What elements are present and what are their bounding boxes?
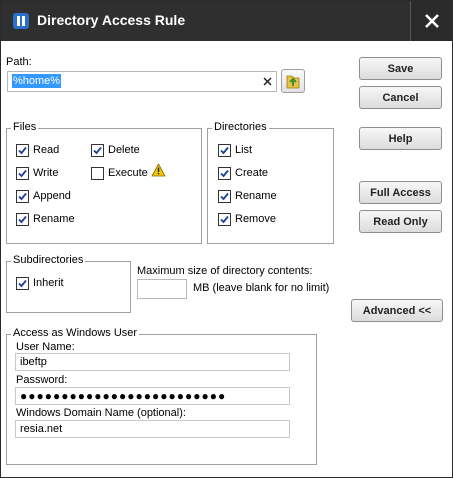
check-icon: [220, 215, 229, 224]
max-size-unit-note: MB (leave blank for no limit): [193, 282, 330, 294]
title-bar[interactable]: Directory Access Rule: [1, 1, 453, 41]
password-label: Password:: [16, 374, 68, 386]
close-icon: [425, 14, 439, 28]
domain-input[interactable]: resia.net: [15, 420, 290, 438]
files-group-title: Files: [11, 121, 39, 133]
path-label: Path:: [6, 56, 32, 68]
read-only-button[interactable]: Read Only: [359, 210, 442, 233]
check-icon: [18, 215, 27, 224]
windows-user-group-title: Access as Windows User: [11, 327, 140, 339]
files-group: Files Read Write Append Rename Delete Ex…: [6, 121, 202, 244]
app-logo-icon: [13, 13, 29, 29]
dir-rename-label: Rename: [235, 190, 277, 202]
execute-checkbox[interactable]: [91, 167, 104, 180]
append-label: Append: [33, 190, 71, 202]
directories-group-title: Directories: [212, 121, 269, 133]
password-value: ●●●●●●●●●●●●●●●●●●●●●●●●●: [20, 389, 227, 403]
help-button[interactable]: Help: [359, 127, 442, 150]
username-value: ibeftp: [20, 356, 47, 368]
domain-value: resia.net: [20, 423, 63, 435]
write-label: Write: [33, 167, 59, 179]
read-checkbox[interactable]: [16, 144, 29, 157]
subdirectories-group-title: Subdirectories: [11, 254, 86, 266]
password-input[interactable]: ●●●●●●●●●●●●●●●●●●●●●●●●●: [15, 387, 290, 405]
delete-label: Delete: [108, 144, 140, 156]
remove-checkbox[interactable]: [218, 213, 231, 226]
check-icon: [220, 146, 229, 155]
path-input[interactable]: %home%: [7, 71, 277, 92]
directories-group: Directories List Create Rename Remove: [207, 121, 334, 244]
full-access-button[interactable]: Full Access: [359, 181, 442, 204]
read-label: Read: [33, 144, 60, 156]
directory-access-rule-dialog: Directory Access Rule Path: %home% Save …: [0, 0, 453, 478]
execute-label: Execute: [108, 167, 148, 179]
check-icon: [220, 169, 229, 178]
file-rename-label: Rename: [33, 213, 75, 225]
domain-label: Windows Domain Name (optional):: [16, 407, 186, 419]
clear-path-button[interactable]: [263, 73, 272, 89]
max-size-label: Maximum size of directory contents:: [137, 265, 313, 277]
create-checkbox[interactable]: [218, 167, 231, 180]
file-rename-checkbox[interactable]: [16, 213, 29, 226]
delete-checkbox[interactable]: [91, 144, 104, 157]
append-checkbox[interactable]: [16, 190, 29, 203]
write-checkbox[interactable]: [16, 167, 29, 180]
max-size-input[interactable]: [137, 279, 187, 299]
check-icon: [18, 146, 27, 155]
list-label: List: [235, 144, 253, 156]
check-icon: [18, 192, 27, 201]
close-button[interactable]: [410, 1, 453, 41]
cancel-button[interactable]: Cancel: [359, 86, 442, 109]
browse-folder-button[interactable]: [281, 69, 305, 93]
save-button[interactable]: Save: [359, 57, 442, 80]
subdirectories-group: Subdirectories Inherit: [6, 254, 131, 313]
check-icon: [18, 279, 27, 288]
path-value: %home%: [12, 74, 62, 88]
inherit-label: Inherit: [33, 277, 64, 289]
folder-browse-icon: [286, 75, 300, 89]
clear-icon: [263, 77, 272, 86]
username-label: User Name:: [16, 341, 75, 353]
list-checkbox[interactable]: [218, 144, 231, 157]
advanced-button[interactable]: Advanced <<: [351, 299, 443, 322]
window-title: Directory Access Rule: [37, 12, 186, 28]
check-icon: [18, 169, 27, 178]
check-icon: [220, 192, 229, 201]
warning-icon: [151, 163, 166, 180]
remove-label: Remove: [235, 213, 276, 225]
create-label: Create: [235, 167, 269, 179]
username-input[interactable]: ibeftp: [15, 353, 290, 371]
check-icon: [93, 146, 102, 155]
dir-rename-checkbox[interactable]: [218, 190, 231, 203]
inherit-checkbox[interactable]: [16, 277, 29, 290]
